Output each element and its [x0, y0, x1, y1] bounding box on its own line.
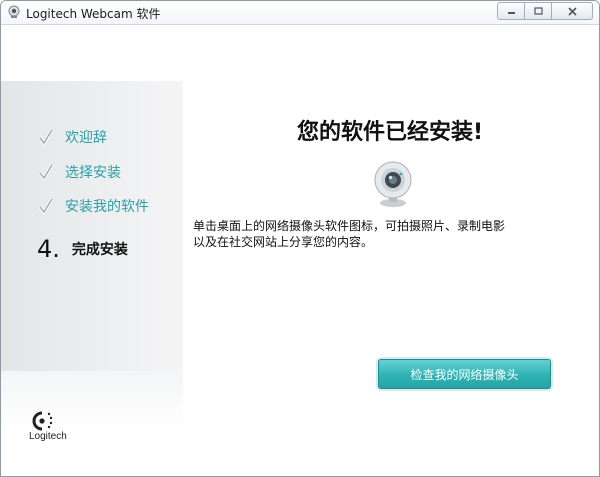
step-label: 安装我的软件 — [65, 199, 149, 215]
step-label: 欢迎辞 — [65, 130, 107, 146]
completion-description: 单击桌面上的网络摄像头软件图标，可拍摄照片、录制电影 以及在社交网站上分享您的内… — [193, 218, 543, 250]
page-title: 您的软件已经安装! — [297, 120, 484, 145]
webcam-icon — [374, 161, 412, 207]
title-bar[interactable]: Logitech Webcam 软件 — [1, 1, 599, 25]
step-install-software: 安装我的软件 — [37, 196, 149, 216]
steps-sidebar — [1, 81, 183, 371]
minimize-icon — [507, 12, 515, 14]
description-line-1: 单击桌面上的网络摄像头软件图标，可拍摄照片、录制电影 — [193, 219, 506, 233]
window-controls — [497, 2, 593, 20]
close-button[interactable] — [552, 2, 593, 20]
step-welcome: 欢迎辞 — [37, 127, 107, 147]
brand-name: Logitech — [29, 431, 67, 442]
maximize-icon — [533, 7, 543, 15]
step-label: 完成安装 — [71, 242, 128, 258]
checkmark-icon — [38, 129, 54, 146]
close-icon — [567, 6, 577, 16]
step-select-install: 选择安装 — [37, 162, 121, 182]
window-title: Logitech Webcam 软件 — [26, 7, 161, 21]
step-finish-install: 4. 完成安装 — [37, 235, 128, 263]
minimize-button[interactable] — [497, 2, 525, 20]
logitech-logo-icon — [32, 411, 53, 431]
step-number: 4. — [37, 235, 60, 263]
checkmark-icon — [38, 198, 54, 215]
description-line-2: 以及在社交网站上分享您的内容。 — [193, 235, 374, 249]
installer-window: Logitech Webcam 软件 欢迎辞 选择安装 安装我的软件 4. 完成… — [0, 0, 600, 477]
webcam-icon — [8, 5, 20, 18]
maximize-button[interactable] — [525, 2, 552, 20]
check-camera-button[interactable]: 检查我的网络摄像头 — [378, 359, 551, 389]
step-label: 选择安装 — [65, 165, 121, 181]
checkmark-icon — [38, 164, 54, 181]
